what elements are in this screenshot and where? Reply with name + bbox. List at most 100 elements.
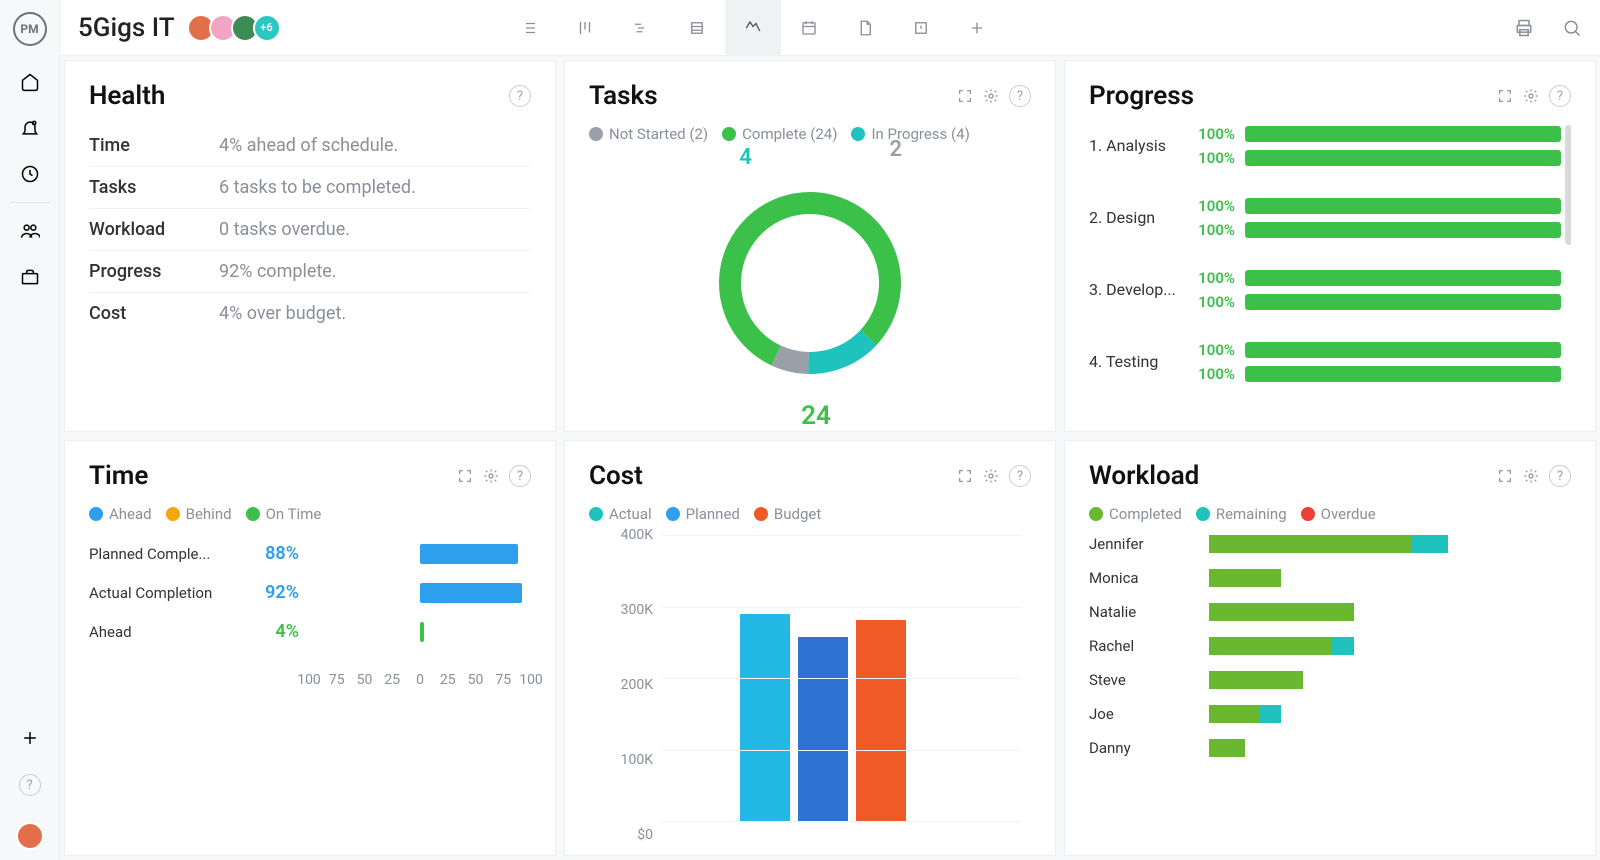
- home-icon[interactable]: [20, 72, 40, 92]
- workload-row: Rachel: [1089, 637, 1571, 655]
- legend-dot: [1301, 507, 1315, 521]
- view-add[interactable]: [949, 0, 1005, 56]
- bell-icon[interactable]: [20, 118, 40, 138]
- help-icon[interactable]: ?: [1009, 465, 1031, 487]
- view-tabs: [501, 0, 1005, 56]
- print-icon[interactable]: [1514, 18, 1534, 38]
- panel-health: Health ? Time4% ahead of schedule.Tasks6…: [64, 60, 556, 432]
- legend-label: Budget: [774, 505, 821, 523]
- expand-icon[interactable]: [1497, 465, 1513, 487]
- health-label: Progress: [89, 261, 219, 282]
- view-gantt[interactable]: [613, 0, 669, 56]
- expand-icon[interactable]: [957, 85, 973, 107]
- legend-item: Ahead: [89, 505, 152, 523]
- panel-workload: Workload ? CompletedRemainingOverdue Jen…: [1064, 440, 1596, 856]
- legend-item: On Time: [246, 505, 322, 523]
- workload-track: [1209, 705, 1571, 723]
- legend-item: Budget: [754, 505, 821, 523]
- progress-bar: [1245, 294, 1561, 310]
- cost-bar-budget: [856, 620, 906, 821]
- workload-completed: [1209, 705, 1260, 723]
- health-value: 4% over budget.: [219, 303, 346, 324]
- view-sheet[interactable]: [669, 0, 725, 56]
- legend-label: Behind: [186, 505, 232, 523]
- progress-row: 100%: [1189, 197, 1561, 215]
- legend-item: Complete (24): [722, 125, 837, 143]
- view-list[interactable]: [501, 0, 557, 56]
- health-value: 4% ahead of schedule.: [219, 135, 398, 156]
- expand-icon[interactable]: [1497, 85, 1513, 107]
- gear-icon[interactable]: [983, 85, 999, 107]
- workload-name: Rachel: [1089, 637, 1209, 655]
- help-icon[interactable]: ?: [1549, 465, 1571, 487]
- workload-track: [1209, 637, 1571, 655]
- gear-icon[interactable]: [1523, 465, 1539, 487]
- view-board[interactable]: [557, 0, 613, 56]
- view-calendar[interactable]: [781, 0, 837, 56]
- axis-tick: 25: [440, 672, 456, 688]
- add-icon[interactable]: [20, 728, 40, 748]
- workload-track: [1209, 603, 1571, 621]
- health-row: Time4% ahead of schedule.: [89, 125, 531, 167]
- cost-chart: 400K300K200K100K$0: [589, 535, 1031, 835]
- axis-tick: 75: [329, 672, 345, 688]
- legend-label: Planned: [686, 505, 740, 523]
- time-row: Planned Comple... 88%: [89, 543, 531, 564]
- progress-pct: 100%: [1189, 221, 1235, 239]
- panel-title: Health: [89, 81, 165, 111]
- workload-name: Danny: [1089, 739, 1209, 757]
- time-bar: [420, 622, 424, 642]
- app-logo[interactable]: PM: [13, 12, 47, 46]
- search-icon[interactable]: [1562, 18, 1582, 38]
- donut-value-notstarted: 2: [890, 137, 903, 162]
- legend-dot: [1196, 507, 1210, 521]
- topbar: 5Gigs IT +6: [60, 0, 1600, 56]
- clock-icon[interactable]: [20, 164, 40, 184]
- legend-item: Behind: [166, 505, 232, 523]
- view-file[interactable]: [837, 0, 893, 56]
- help-icon[interactable]: ?: [1009, 85, 1031, 107]
- axis-tick: 75: [495, 672, 511, 688]
- progress-bar: [1245, 270, 1561, 286]
- time-row-label: Actual Completion: [89, 584, 249, 602]
- cost-gridline: [661, 750, 1021, 751]
- expand-icon[interactable]: [457, 465, 473, 487]
- donut-value-inprogress: 4: [739, 145, 752, 170]
- health-row: Workload0 tasks overdue.: [89, 209, 531, 251]
- project-avatars[interactable]: +6: [193, 14, 281, 42]
- current-user-avatar[interactable]: [16, 822, 44, 850]
- people-icon[interactable]: [20, 221, 40, 241]
- progress-row: 100%: [1189, 221, 1561, 239]
- gear-icon[interactable]: [483, 465, 499, 487]
- scrollbar[interactable]: [1565, 125, 1571, 245]
- view-issue[interactable]: [893, 0, 949, 56]
- gear-icon[interactable]: [1523, 85, 1539, 107]
- health-row: Cost4% over budget.: [89, 293, 531, 334]
- axis-tick: 100: [519, 672, 543, 688]
- avatar-more[interactable]: +6: [253, 14, 281, 42]
- progress-row: 100%: [1189, 149, 1561, 167]
- view-dashboard[interactable]: [725, 0, 781, 56]
- time-row: Ahead 4%: [89, 621, 531, 642]
- progress-bar: [1245, 150, 1561, 166]
- panel-title: Workload: [1089, 461, 1199, 491]
- time-row-label: Planned Comple...: [89, 545, 249, 563]
- panel-time: Time ? AheadBehindOn Time Planned Comple…: [64, 440, 556, 856]
- legend-label: Complete (24): [742, 125, 837, 143]
- cost-bar-planned: [798, 637, 848, 821]
- help-icon[interactable]: ?: [509, 465, 531, 487]
- legend-label: Remaining: [1216, 505, 1287, 523]
- progress-row: 100%: [1189, 269, 1561, 287]
- progress-pct: 100%: [1189, 269, 1235, 287]
- legend-label: Ahead: [109, 505, 152, 523]
- panel-tasks: Tasks ? Not Started (2)Complete (24)In P…: [564, 60, 1056, 432]
- legend-dot: [246, 507, 260, 521]
- expand-icon[interactable]: [957, 465, 973, 487]
- help-icon[interactable]: ?: [1549, 85, 1571, 107]
- gear-icon[interactable]: [983, 465, 999, 487]
- briefcase-icon[interactable]: [20, 267, 40, 287]
- help-icon[interactable]: ?: [19, 774, 41, 796]
- help-icon[interactable]: ?: [509, 85, 531, 107]
- legend-label: Not Started (2): [609, 125, 708, 143]
- workload-completed: [1209, 637, 1332, 655]
